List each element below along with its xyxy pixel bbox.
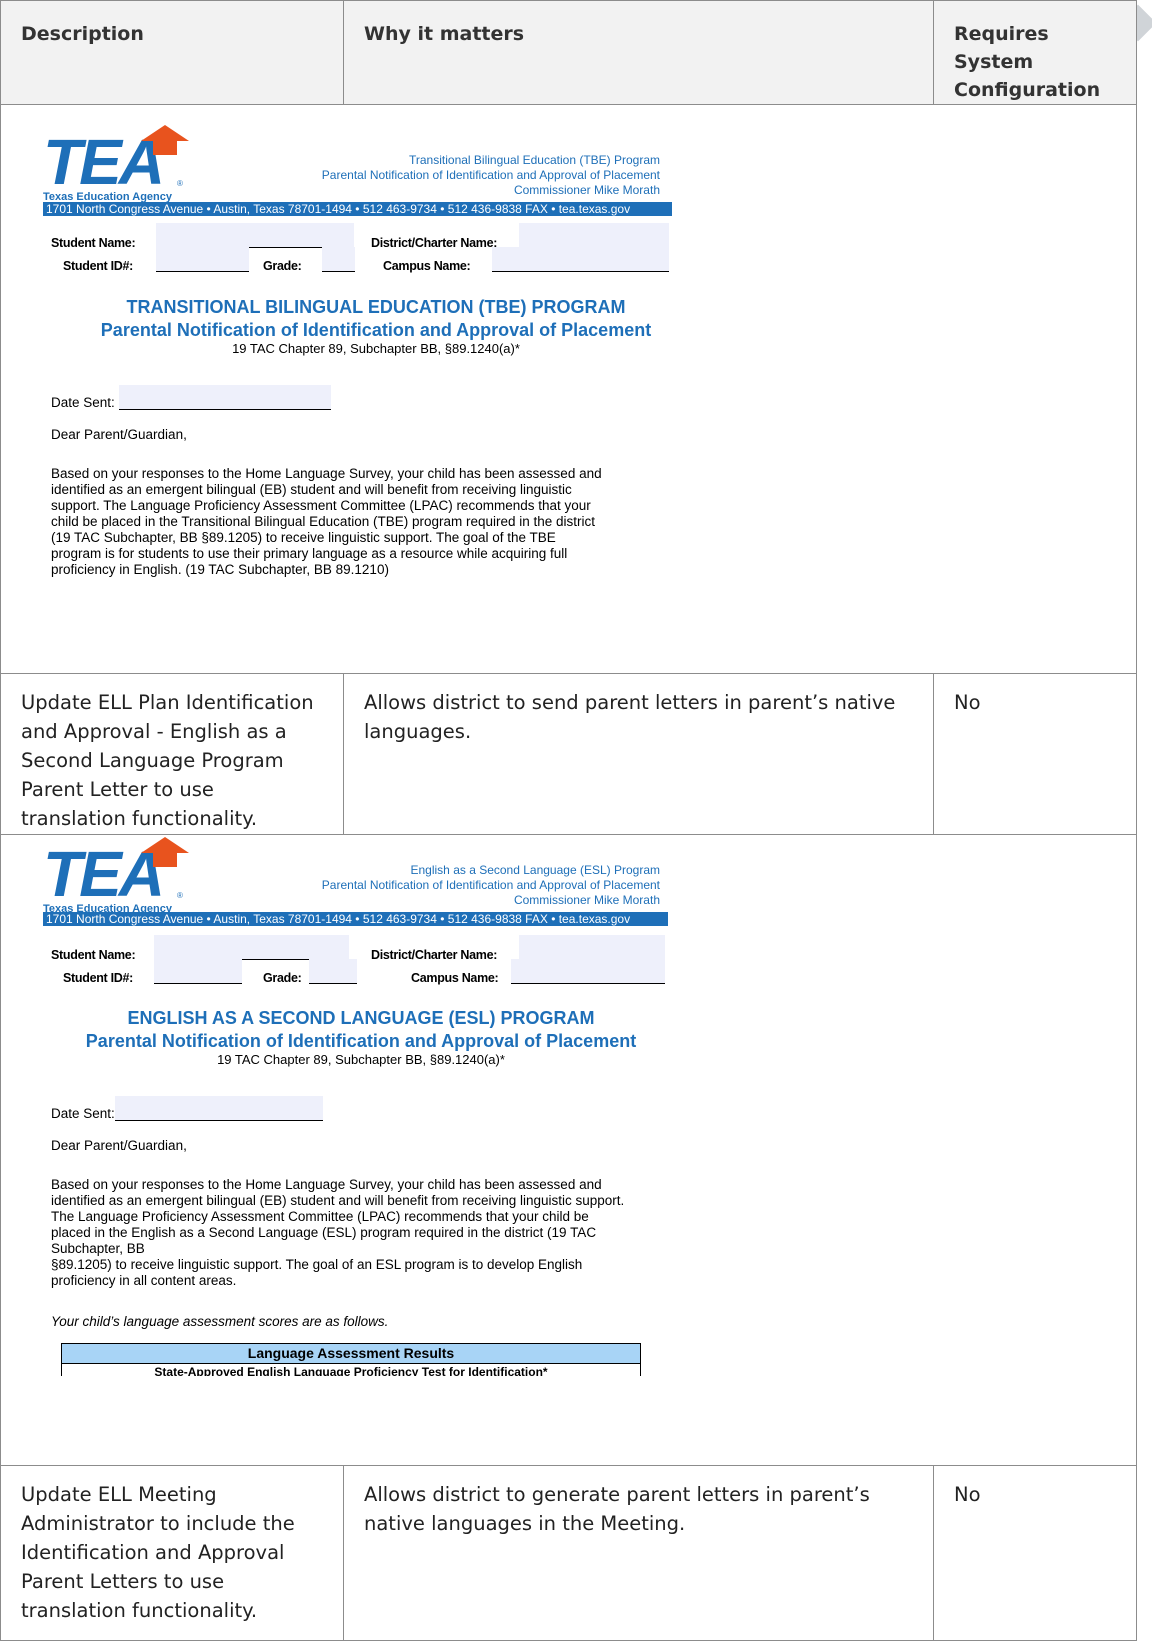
grade-field <box>309 959 357 984</box>
tea-logo: TEA ® Texas Education Agency <box>43 837 189 915</box>
esl-letter-header: English as a Second Language (ESL) Progr… <box>321 863 660 907</box>
address-bar: 1701 North Congress Avenue • Austin, Tex… <box>43 912 668 926</box>
student-name-field <box>154 935 349 960</box>
campus-name-field <box>511 959 665 984</box>
header-why-it-matters: Why it matters <box>343 0 934 105</box>
language-assessment-results-table: Language Assessment Results State-Approv… <box>61 1343 641 1376</box>
address-bar: 1701 North Congress Avenue • Austin, Tex… <box>43 202 672 216</box>
student-name-field <box>156 223 354 248</box>
row2-config: No <box>933 1465 1137 1641</box>
tbe-letter-subtitle: Parental Notification of Identification … <box>100 320 652 340</box>
district-name-field <box>519 223 669 248</box>
row1-why: Allows district to send parent letters i… <box>343 673 934 835</box>
header-requires-config: Requires System Configuration <box>933 0 1137 105</box>
esl-letter-title: ENGLISH AS A SECOND LANGUAGE (ESL) PROGR… <box>127 1008 595 1028</box>
district-name-field <box>519 935 665 960</box>
tbe-letter-image: TEA ® Texas Education Agency Transitiona… <box>1 105 1136 673</box>
tbe-letter-header: Transitional Bilingual Education (TBE) P… <box>321 153 660 197</box>
row1-config: No <box>933 673 1137 835</box>
tbe-letter-title: TRANSITIONAL BILINGUAL EDUCATION (TBE) P… <box>126 297 626 317</box>
esl-letter-subtitle: Parental Notification of Identification … <box>85 1031 637 1051</box>
row1-description: Update ELL Plan Identification and Appro… <box>0 673 344 835</box>
tea-logo: TEA ® Texas Education Agency <box>43 125 189 203</box>
campus-name-field <box>492 247 669 272</box>
table-header-row: Description Why it matters Requires Syst… <box>0 0 1137 105</box>
table-row: Update ELL Plan Identification and Appro… <box>0 673 1137 835</box>
date-sent-field <box>115 1096 323 1121</box>
date-sent-field <box>119 385 331 410</box>
grade-field <box>322 247 355 272</box>
tbe-letter-body: Based on your responses to the Home Lang… <box>51 466 602 577</box>
esl-letter-image: TEA ® Texas Education Agency English as … <box>1 835 1136 1465</box>
row2-why: Allows district to generate parent lette… <box>343 1465 934 1641</box>
row2-description: Update ELL Meeting Administrator to incl… <box>0 1465 344 1641</box>
table-row-tbe-letter: TEA ® Texas Education Agency Transitiona… <box>0 104 1137 674</box>
student-id-field <box>156 247 249 272</box>
header-description: Description <box>0 0 344 105</box>
table-row: Update ELL Meeting Administrator to incl… <box>0 1465 1137 1641</box>
student-id-field <box>154 959 242 984</box>
table-row-esl-letter: TEA ® Texas Education Agency English as … <box>0 834 1137 1466</box>
features-table: Description Why it matters Requires Syst… <box>0 0 1137 1641</box>
esl-letter-body: Based on your responses to the Home Lang… <box>51 1177 625 1288</box>
